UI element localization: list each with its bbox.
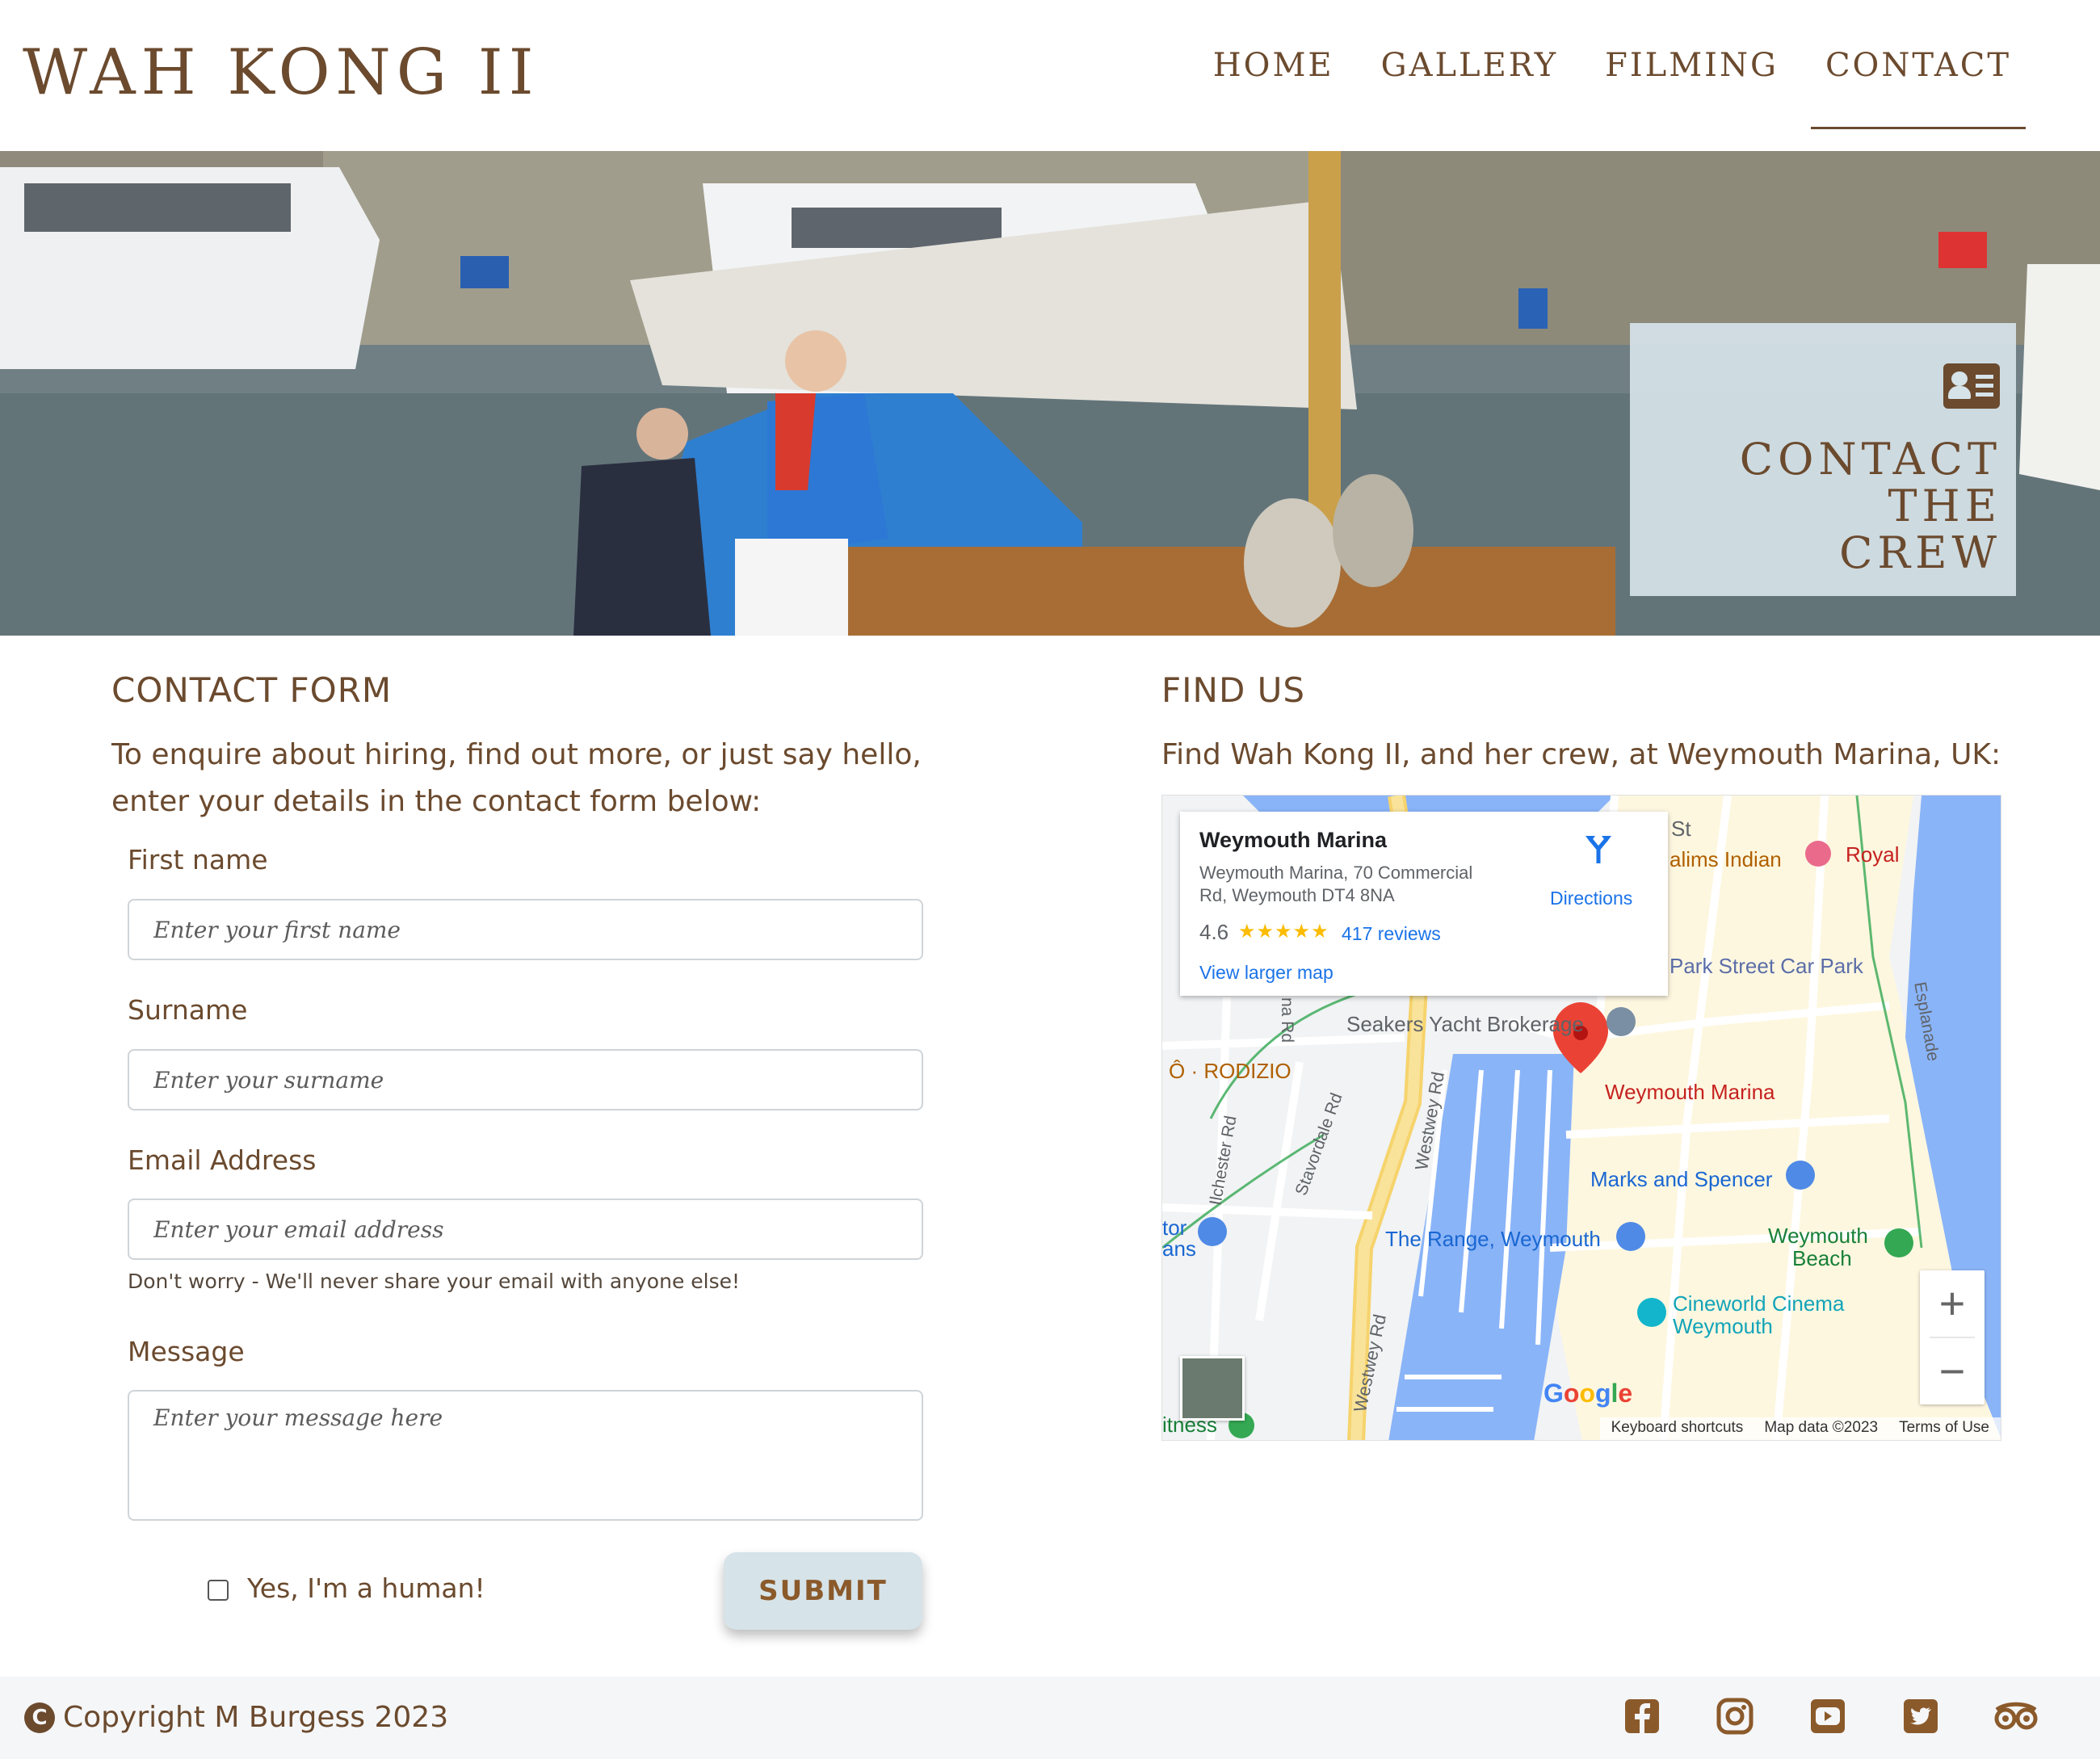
map-address-line-2: Rd, Weymouth DT4 8NA	[1199, 885, 1395, 905]
email-help-text: Don't worry - We'll never share your ema…	[128, 1270, 741, 1293]
map-data-attribution: Map data ©2023	[1764, 1419, 1879, 1436]
map-label-marks: Marks and Spencer	[1590, 1167, 1773, 1191]
tripadvisor-icon[interactable]	[1993, 1698, 2039, 1735]
hero-title-card: CONTACT THE CREW	[1630, 323, 2016, 596]
directions-link[interactable]: Directions	[1550, 888, 1632, 909]
map-zoom-control: + −	[1920, 1270, 1984, 1404]
google-map[interactable]: St alims Indian Royal Park Street Car Pa…	[1161, 795, 2001, 1441]
map-label-royal: Royal	[1846, 842, 1900, 867]
map-label-car-park: Park Street Car Park	[1670, 954, 1863, 978]
zoom-out-button[interactable]: −	[1920, 1338, 1984, 1404]
hero-title-line2: CREW	[1839, 527, 2001, 578]
map-label-range: The Range, Weymouth	[1385, 1227, 1601, 1251]
satellite-toggle[interactable]	[1180, 1356, 1245, 1421]
message-label: Message	[128, 1336, 245, 1367]
address-card-icon	[1943, 363, 2000, 409]
surname-input[interactable]	[128, 1049, 923, 1110]
map-label-seakers: Seakers Yacht Brokerage	[1346, 1012, 1584, 1036]
human-checkbox-label[interactable]: Yes, I'm a human!	[247, 1572, 485, 1604]
nav-home[interactable]: HOME	[1199, 40, 1349, 129]
first-name-input[interactable]	[128, 899, 923, 960]
find-us-intro: Find Wah Kong II, and her crew, at Weymo…	[1161, 738, 2001, 771]
site-header: WAH KONG II HOME GALLERY FILMING CONTACT	[0, 0, 2100, 151]
copyright-icon: C	[24, 1702, 55, 1733]
intro-line-1: To enquire about hiring, find out more, …	[111, 738, 922, 771]
twitter-icon[interactable]	[1902, 1698, 1939, 1735]
submit-button[interactable]: SUBMIT	[724, 1552, 922, 1630]
hero-banner: CONTACT THE CREW	[0, 151, 2100, 636]
copyright-text: Copyright M Burgess 2023	[63, 1701, 449, 1734]
surname-label: Surname	[128, 994, 248, 1026]
keyboard-shortcuts-link[interactable]: Keyboard shortcuts	[1611, 1419, 1744, 1438]
message-textarea[interactable]	[128, 1390, 923, 1521]
map-footer: Keyboard shortcuts Map data ©2023 Terms …	[1599, 1417, 2001, 1440]
hero-title: CONTACT THE CREW	[1646, 436, 2001, 577]
map-info-card: Weymouth Marina Weymouth Marina, 70 Comm…	[1180, 812, 1668, 996]
hero-title-line1: CONTACT THE	[1739, 434, 2001, 531]
contact-form-intro: To enquire about hiring, find out more, …	[111, 732, 922, 825]
email-label: Email Address	[128, 1144, 317, 1176]
map-label-ans: ans	[1162, 1236, 1196, 1261]
site-logo[interactable]: WAH KONG II	[23, 32, 540, 113]
terms-of-use-link[interactable]: Terms of Use	[1899, 1419, 1989, 1438]
instagram-icon[interactable]	[1716, 1698, 1754, 1735]
map-label-beach-2: Beach	[1792, 1246, 1852, 1270]
map-label-indian: alims Indian	[1670, 847, 1782, 871]
map-address-line-1: Weymouth Marina, 70 Commercial	[1199, 863, 1473, 883]
contact-form-heading: CONTACT FORM	[111, 670, 393, 710]
map-place-name: Weymouth Marina	[1199, 828, 1388, 852]
nav-contact[interactable]: CONTACT	[1810, 40, 2026, 129]
youtube-icon[interactable]	[1809, 1698, 1846, 1735]
site-footer: C Copyright M Burgess 2023	[0, 1677, 2100, 1759]
map-label-cineworld-2: Weymouth	[1673, 1314, 1773, 1338]
map-label-na-rd: na Rd	[1278, 997, 1297, 1043]
map-label-cineworld-1: Cineworld Cinema	[1673, 1291, 1845, 1316]
zoom-in-button[interactable]: +	[1920, 1270, 1984, 1337]
map-rating: 4.6	[1199, 920, 1229, 944]
map-place-address: Weymouth Marina, 70 Commercial Rd, Weymo…	[1199, 862, 1522, 907]
nav-filming[interactable]: FILMING	[1590, 40, 1793, 129]
first-name-label: First name	[128, 844, 268, 875]
view-larger-map-link[interactable]: View larger map	[1199, 962, 1334, 984]
human-checkbox[interactable]	[208, 1580, 229, 1601]
directions-icon[interactable]	[1582, 833, 1615, 865]
map-stars-icon: ★★★★★	[1238, 921, 1329, 942]
nav-gallery[interactable]: GALLERY	[1367, 40, 1573, 129]
map-reviews-link[interactable]: 417 reviews	[1342, 923, 1441, 945]
map-label-marina-pin: Weymouth Marina	[1605, 1080, 1775, 1104]
facebook-icon[interactable]	[1623, 1698, 1661, 1735]
main-nav: HOME GALLERY FILMING CONTACT	[1181, 40, 2026, 129]
email-input[interactable]	[128, 1199, 923, 1260]
intro-line-2: enter your details in the contact form b…	[111, 785, 762, 818]
google-logo: Google	[1544, 1379, 1633, 1408]
map-label-st: St	[1671, 817, 1691, 841]
map-label-beach-1: Weymouth	[1768, 1224, 1868, 1248]
map-label-rodizio: Ô · RODIZIO	[1169, 1059, 1292, 1083]
find-us-heading: FIND US	[1161, 670, 1306, 710]
